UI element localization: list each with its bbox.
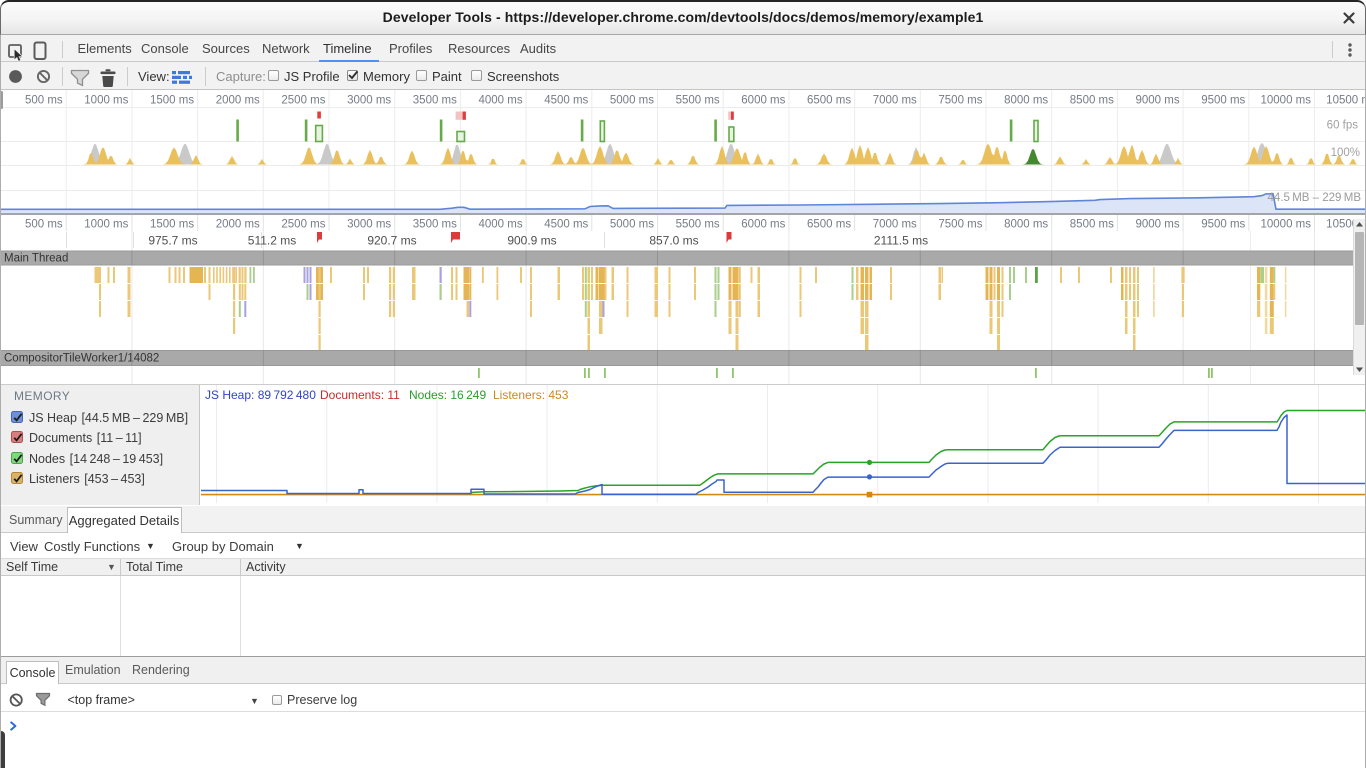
svg-text:1000 ms: 1000 ms	[84, 219, 128, 231]
svg-text:4500 ms: 4500 ms	[544, 219, 588, 231]
svg-text:857.0 ms: 857.0 ms	[649, 234, 698, 248]
svg-text:500 ms: 500 ms	[25, 95, 63, 107]
svg-text:511.2 ms: 511.2 ms	[248, 234, 296, 248]
svg-text:7000 ms: 7000 ms	[873, 95, 917, 107]
svg-text:9000 ms: 9000 ms	[1135, 95, 1179, 107]
svg-text:4000 ms: 4000 ms	[478, 95, 522, 107]
svg-text:8000 ms: 8000 ms	[1004, 95, 1048, 107]
svg-text:4000 ms: 4000 ms	[478, 219, 522, 231]
svg-text:3000 ms: 3000 ms	[347, 219, 391, 231]
svg-text:7000 ms: 7000 ms	[873, 219, 917, 231]
svg-text:6500 ms: 6500 ms	[807, 95, 851, 107]
svg-text:44.5 MB – 229 MB: 44.5 MB – 229 MB	[1268, 192, 1362, 204]
svg-text:1500 ms: 1500 ms	[150, 95, 194, 107]
svg-text:Main Thread: Main Thread	[4, 253, 68, 265]
svg-text:3500 ms: 3500 ms	[413, 95, 457, 107]
svg-text:7500 ms: 7500 ms	[938, 219, 982, 231]
svg-text:975.7 ms: 975.7 ms	[148, 234, 197, 248]
svg-text:10500 ms: 10500 ms	[1326, 95, 1366, 107]
svg-text:900.9 ms: 900.9 ms	[507, 234, 556, 248]
svg-text:9500 ms: 9500 ms	[1201, 219, 1245, 231]
svg-text:2500 ms: 2500 ms	[281, 95, 325, 107]
svg-text:2000 ms: 2000 ms	[216, 95, 260, 107]
svg-text:100%: 100%	[1331, 147, 1360, 159]
svg-text:1500 ms: 1500 ms	[150, 219, 194, 231]
svg-text:1000 ms: 1000 ms	[84, 95, 128, 107]
svg-text:8500 ms: 8500 ms	[1070, 219, 1114, 231]
svg-text:3500 ms: 3500 ms	[413, 219, 457, 231]
svg-text:2111.5 ms: 2111.5 ms	[874, 234, 928, 248]
svg-text:5000 ms: 5000 ms	[610, 219, 654, 231]
svg-text:6000 ms: 6000 ms	[741, 219, 785, 231]
svg-text:5500 ms: 5500 ms	[676, 95, 720, 107]
svg-text:5000 ms: 5000 ms	[610, 95, 654, 107]
svg-text:6500 ms: 6500 ms	[807, 219, 851, 231]
svg-text:4500 ms: 4500 ms	[544, 95, 588, 107]
svg-text:2000 ms: 2000 ms	[216, 219, 260, 231]
svg-text:7500 ms: 7500 ms	[938, 95, 982, 107]
svg-text:8000 ms: 8000 ms	[1004, 219, 1048, 231]
svg-text:9500 ms: 9500 ms	[1201, 95, 1245, 107]
svg-text:5500 ms: 5500 ms	[676, 219, 720, 231]
svg-text:3000 ms: 3000 ms	[347, 95, 391, 107]
svg-text:500 ms: 500 ms	[25, 219, 63, 231]
svg-text:920.7 ms: 920.7 ms	[367, 234, 416, 248]
svg-text:60 fps: 60 fps	[1327, 120, 1359, 132]
svg-text:10000 ms: 10000 ms	[1260, 95, 1311, 107]
svg-text:2500 ms: 2500 ms	[281, 219, 325, 231]
svg-text:6000 ms: 6000 ms	[741, 95, 785, 107]
svg-text:8500 ms: 8500 ms	[1070, 95, 1114, 107]
svg-text:9000 ms: 9000 ms	[1135, 219, 1179, 231]
svg-text:CompositorTileWorker1/14082: CompositorTileWorker1/14082	[4, 353, 159, 365]
svg-text:10000 ms: 10000 ms	[1260, 219, 1311, 231]
